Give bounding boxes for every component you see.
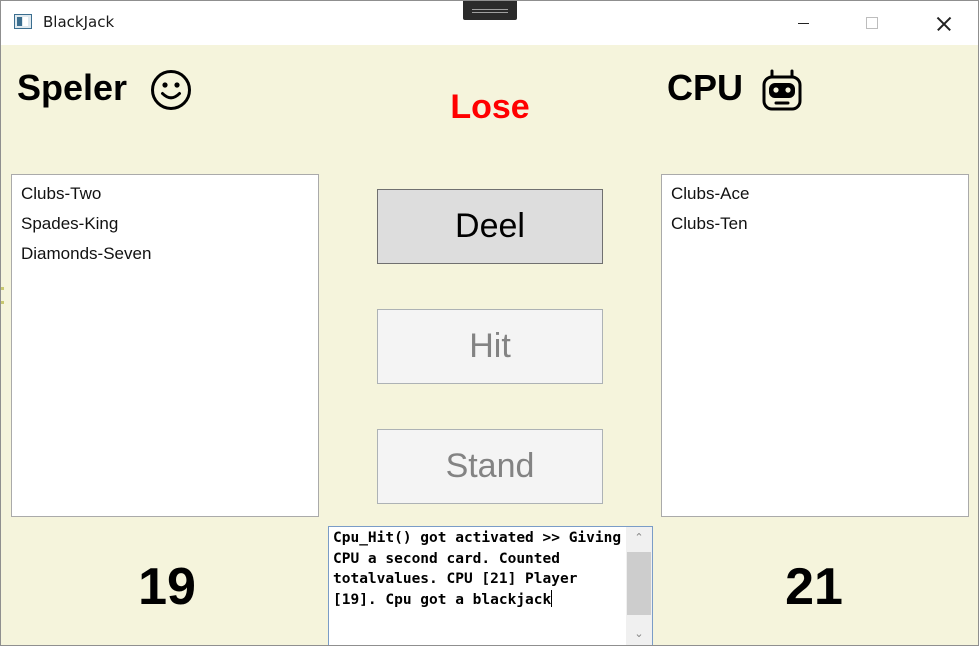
cpu-label: CPU (667, 67, 744, 108)
list-item[interactable]: Diamonds-Seven (12, 239, 318, 269)
cpu-cards-list[interactable]: Clubs-Ace Clubs-Ten (661, 174, 969, 517)
robot-icon (762, 69, 802, 111)
edge-mark (1, 301, 4, 304)
list-item[interactable]: Clubs-Two (12, 179, 318, 209)
scroll-down-arrow-icon[interactable]: ⌄ (626, 623, 652, 645)
player-score: 19 (138, 558, 196, 616)
stand-button[interactable]: Stand (377, 429, 603, 504)
log-content: Cpu_Hit() got activated >> Giving CPU a … (333, 530, 622, 608)
log-textbox[interactable]: Cpu_Hit() got activated >> Giving CPU a … (328, 526, 653, 645)
log-scrollbar[interactable]: ⌃ ⌄ (626, 527, 652, 645)
minimize-button[interactable] (781, 1, 827, 45)
scroll-thumb[interactable] (627, 552, 651, 615)
list-item[interactable]: Clubs-Ace (662, 179, 968, 209)
result-text: Lose (450, 88, 530, 126)
deal-button[interactable]: Deel (377, 189, 603, 264)
cpu-score: 21 (785, 558, 843, 616)
maximize-button[interactable] (849, 1, 895, 45)
close-button[interactable] (919, 1, 965, 45)
app-icon (14, 14, 32, 29)
player-label: Speler (17, 67, 128, 108)
smiley-icon (151, 70, 191, 110)
title-bar[interactable]: BlackJack (1, 1, 978, 45)
list-item[interactable]: Clubs-Ten (662, 209, 968, 239)
scroll-up-arrow-icon[interactable]: ⌃ (626, 527, 652, 549)
log-text[interactable]: Cpu_Hit() got activated >> Giving CPU a … (333, 528, 625, 610)
list-item[interactable]: Spades-King (12, 209, 318, 239)
hit-button[interactable]: Hit (377, 309, 603, 384)
blackjack-window: BlackJack Speler Lose CPU Clubs-Two Spad… (0, 0, 979, 646)
window-title: BlackJack (43, 13, 115, 31)
snap-layout-handle[interactable] (463, 1, 517, 20)
text-caret (551, 589, 553, 607)
edge-mark (1, 287, 4, 290)
player-cards-list[interactable]: Clubs-Two Spades-King Diamonds-Seven (11, 174, 319, 517)
